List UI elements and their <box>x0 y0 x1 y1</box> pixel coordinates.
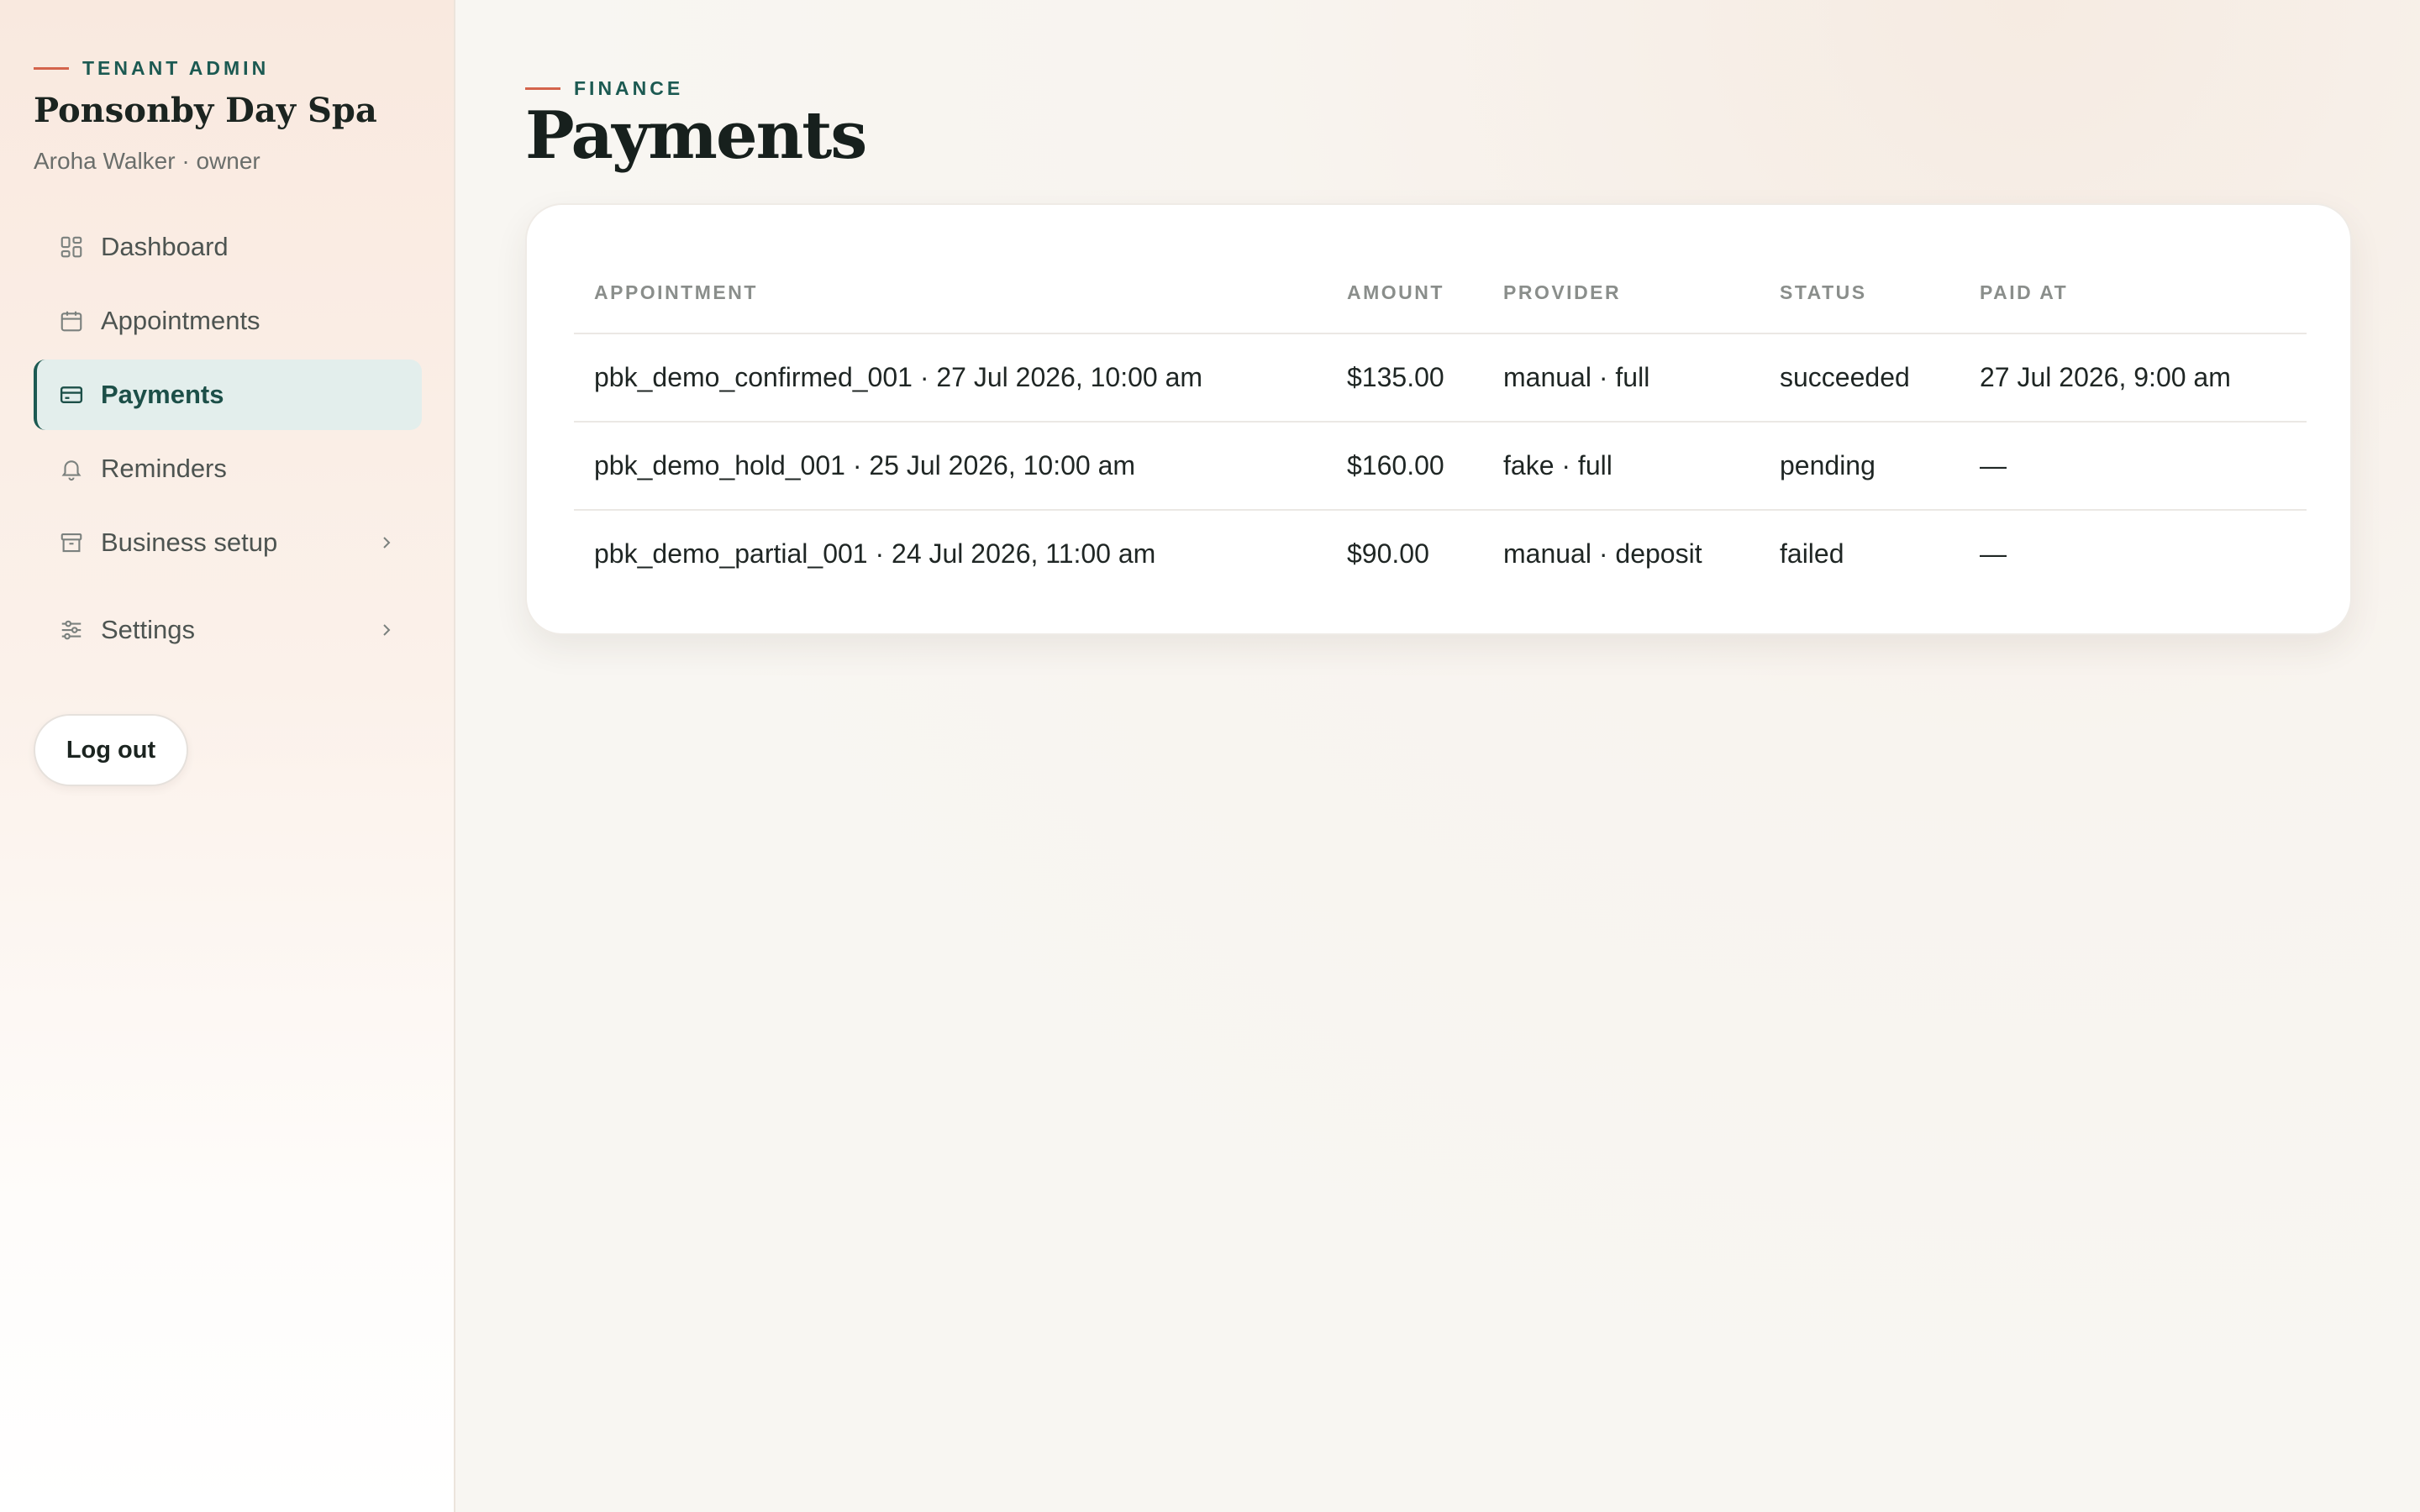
store-icon <box>59 530 84 555</box>
table-row[interactable]: pbk_demo_partial_001 · 24 Jul 2026, 11:0… <box>574 510 2307 597</box>
sidebar-item-settings[interactable]: Settings <box>34 595 422 665</box>
sidebar-item-reminders[interactable]: Reminders <box>34 433 422 504</box>
calendar-icon <box>59 308 84 333</box>
payments-table: APPOINTMENT AMOUNT PROVIDER STATUS PAID … <box>574 252 2307 597</box>
cell-paid-at: — <box>1980 538 2007 569</box>
column-header-appointment: APPOINTMENT <box>574 252 1327 334</box>
eyebrow-label: FINANCE <box>574 77 684 99</box>
sidebar-nav: Dashboard Appointments Payments Reminder… <box>34 212 422 669</box>
sidebar-item-label: Reminders <box>101 454 227 483</box>
column-header-provider: PROVIDER <box>1483 252 1760 334</box>
sidebar-item-label: Business setup <box>101 528 278 557</box>
sliders-icon <box>59 617 84 643</box>
eyebrow-dash <box>525 87 560 90</box>
sidebar-item-label: Appointments <box>101 306 260 335</box>
cell-amount: $90.00 <box>1347 538 1429 569</box>
business-name: Ponsonby Day Spa <box>34 91 377 130</box>
cell-provider: manual · full <box>1483 333 1760 423</box>
cell-status: succeeded <box>1760 333 1960 423</box>
credit-card-icon <box>59 382 84 407</box>
chevron-right-icon <box>383 537 391 549</box>
table-header-row: APPOINTMENT AMOUNT PROVIDER STATUS PAID … <box>574 252 2307 334</box>
sidebar-item-label: Settings <box>101 615 196 644</box>
payments-card: APPOINTMENT AMOUNT PROVIDER STATUS PAID … <box>525 203 2352 635</box>
tenant-admin-eyebrow: TENANT ADMIN <box>34 57 269 80</box>
cell-paid-at: — <box>1960 422 2307 511</box>
cell-paid-at: 27 Jul 2026, 9:00 am <box>1960 333 2307 423</box>
cell-status: pending <box>1760 422 1960 511</box>
sidebar-item-label: Dashboard <box>101 232 229 261</box>
sidebar-item-business-setup[interactable]: Business setup <box>34 507 422 578</box>
dashboard-icon <box>59 234 84 260</box>
table-row[interactable]: pbk_demo_confirmed_001 · 27 Jul 2026, 10… <box>574 333 2307 423</box>
cell-appointment: pbk_demo_hold_001 · 25 Jul 2026, 10:00 a… <box>574 422 1327 511</box>
user-role-line: Aroha Walker · owner <box>34 148 260 174</box>
column-header-paid-at: PAID AT <box>1960 252 2307 334</box>
cell-amount: $160.00 <box>1327 422 1483 511</box>
sidebar-item-appointments[interactable]: Appointments <box>34 286 422 356</box>
page-title: Payments <box>525 97 867 174</box>
logout-button[interactable]: Log out <box>34 714 188 786</box>
column-header-amount: AMOUNT <box>1327 252 1483 334</box>
sidebar-item-payments[interactable]: Payments <box>34 360 422 430</box>
cell-provider: manual · deposit <box>1503 538 1702 569</box>
column-header-status: STATUS <box>1760 252 1960 334</box>
cell-provider: fake · full <box>1483 422 1760 511</box>
sidebar-item-label: Payments <box>101 380 224 409</box>
finance-eyebrow: FINANCE <box>525 77 683 100</box>
eyebrow-label: TENANT ADMIN <box>82 57 270 79</box>
cell-appointment: pbk_demo_partial_001 · 24 Jul 2026, 11:0… <box>594 538 1156 569</box>
sidebar: TENANT ADMIN Ponsonby Day Spa Aroha Walk… <box>0 0 455 1512</box>
chevron-right-icon <box>383 624 391 636</box>
cell-amount: $135.00 <box>1327 333 1483 423</box>
eyebrow-dash <box>34 67 69 70</box>
table-row[interactable]: pbk_demo_hold_001 · 25 Jul 2026, 10:00 a… <box>574 422 2307 511</box>
bell-icon <box>59 456 84 481</box>
cell-appointment: pbk_demo_confirmed_001 · 27 Jul 2026, 10… <box>574 333 1327 423</box>
sidebar-item-dashboard[interactable]: Dashboard <box>34 212 422 282</box>
cell-status: failed <box>1780 538 1844 569</box>
